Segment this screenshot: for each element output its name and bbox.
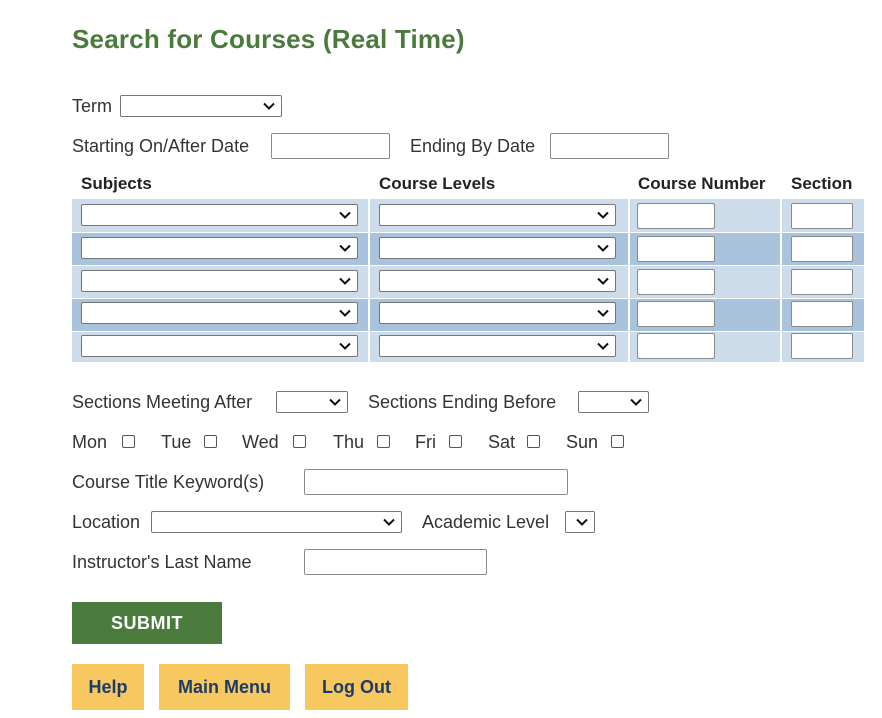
day-label-mon: Mon [72, 432, 108, 452]
course-level-select[interactable] [379, 335, 616, 357]
chevron-down-icon [263, 102, 275, 110]
instructor-input[interactable] [304, 549, 487, 575]
day-checkbox-fri[interactable] [449, 435, 462, 448]
chevron-down-icon [329, 398, 341, 406]
keyword-label: Course Title Keyword(s) [72, 472, 265, 492]
day-label-fri: Fri [415, 432, 436, 452]
day-label-sun: Sun [566, 432, 599, 452]
end-date-label: Ending By Date [410, 136, 536, 156]
keyword-input[interactable] [304, 469, 568, 495]
grid-divider [72, 265, 864, 266]
course-levels-header: Course Levels [379, 174, 496, 193]
ending-before-select[interactable] [578, 391, 649, 413]
subject-select[interactable] [81, 237, 358, 259]
course-number-input[interactable] [637, 301, 715, 327]
page-title: Search for Courses (Real Time) [72, 24, 465, 54]
term-select[interactable] [120, 95, 282, 117]
subject-select[interactable] [81, 302, 358, 324]
location-select[interactable] [151, 511, 402, 533]
chevron-down-icon [597, 211, 609, 219]
grid-divider [72, 298, 864, 299]
location-label: Location [72, 512, 141, 532]
subject-select[interactable] [81, 270, 358, 292]
grid-divider [628, 199, 630, 362]
day-label-tue: Tue [161, 432, 192, 452]
chevron-down-icon [339, 277, 351, 285]
term-label: Term [72, 96, 112, 116]
day-checkbox-wed[interactable] [293, 435, 306, 448]
chevron-down-icon [630, 398, 642, 406]
chevron-down-icon [383, 518, 395, 526]
academic-level-label: Academic Level [422, 512, 550, 532]
chevron-down-icon [597, 277, 609, 285]
section-input[interactable] [791, 269, 853, 295]
subject-select[interactable] [81, 335, 358, 357]
section-header: Section [791, 174, 853, 193]
chevron-down-icon [597, 309, 609, 317]
academic-level-select[interactable] [565, 511, 595, 533]
chevron-down-icon [339, 309, 351, 317]
chevron-down-icon [339, 342, 351, 350]
course-search-page: Search for Courses (Real Time) Term Star… [0, 0, 882, 718]
course-level-select[interactable] [379, 237, 616, 259]
submit-button[interactable]: SUBMIT [72, 602, 222, 644]
chevron-down-icon [339, 211, 351, 219]
course-level-select[interactable] [379, 204, 616, 226]
section-input[interactable] [791, 301, 853, 327]
help-button[interactable]: Help [72, 664, 144, 710]
day-label-wed: Wed [242, 432, 279, 452]
day-checkbox-mon[interactable] [122, 435, 135, 448]
main-menu-button[interactable]: Main Menu [159, 664, 290, 710]
section-input[interactable] [791, 333, 853, 359]
meeting-after-select[interactable] [276, 391, 348, 413]
day-label-sat: Sat [488, 432, 516, 452]
subjects-header: Subjects [81, 174, 152, 193]
ending-before-label: Sections Ending Before [368, 392, 557, 412]
subject-select[interactable] [81, 204, 358, 226]
end-date-input[interactable] [550, 133, 669, 159]
day-label-thu: Thu [333, 432, 365, 452]
grid-divider [72, 232, 864, 233]
course-number-input[interactable] [637, 236, 715, 262]
chevron-down-icon [597, 342, 609, 350]
grid-divider [72, 331, 864, 332]
day-checkbox-thu[interactable] [377, 435, 390, 448]
day-checkbox-tue[interactable] [204, 435, 217, 448]
course-number-input[interactable] [637, 203, 715, 229]
course-level-select[interactable] [379, 270, 616, 292]
course-number-input[interactable] [637, 269, 715, 295]
instructor-label: Instructor's Last Name [72, 552, 252, 572]
course-number-header: Course Number [638, 174, 766, 193]
course-level-select[interactable] [379, 302, 616, 324]
chevron-down-icon [339, 244, 351, 252]
start-date-label: Starting On/After Date [72, 136, 250, 156]
course-number-input[interactable] [637, 333, 715, 359]
section-input[interactable] [791, 236, 853, 262]
chevron-down-icon [597, 244, 609, 252]
day-checkbox-sat[interactable] [527, 435, 540, 448]
meeting-after-label: Sections Meeting After [72, 392, 253, 412]
log-out-button[interactable]: Log Out [305, 664, 408, 710]
grid-divider [368, 199, 370, 362]
start-date-input[interactable] [271, 133, 390, 159]
grid-divider [780, 199, 782, 362]
chevron-down-icon [576, 518, 588, 526]
day-checkbox-sun[interactable] [611, 435, 624, 448]
section-input[interactable] [791, 203, 853, 229]
